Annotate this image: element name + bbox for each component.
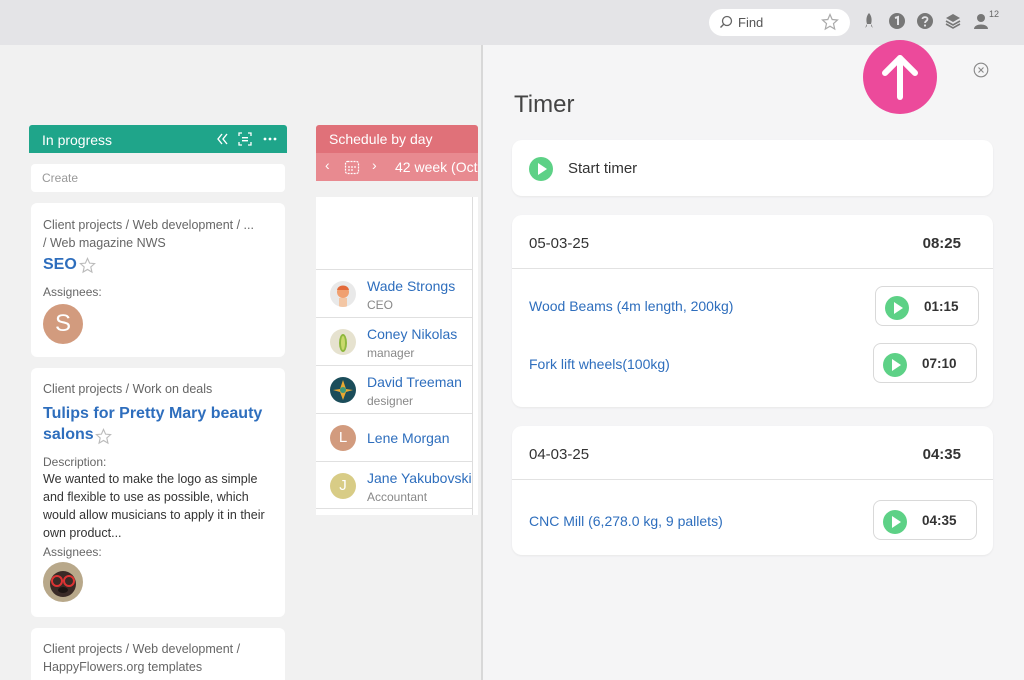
rocket-icon[interactable]	[860, 12, 878, 30]
card-title[interactable]: salons	[43, 424, 94, 445]
play-icon	[883, 353, 907, 377]
notification-count: 12	[989, 9, 1000, 19]
timer-entry-name[interactable]: Fork lift wheels(100kg)	[529, 356, 670, 372]
start-timer-label: Start timer	[568, 160, 638, 177]
person-role: manager	[367, 346, 415, 360]
schedule-person-row[interactable]: Coney Nikolas manager	[316, 317, 472, 365]
card-path: / Web magazine NWS	[43, 236, 166, 250]
person-name[interactable]: David Treeman	[367, 374, 462, 390]
card-path: Client projects / Work on deals	[43, 382, 213, 396]
timer-day-group: 05-03-25 08:25 Wood Beams (4m length, 20…	[512, 215, 993, 407]
timer-entry-time: 07:10	[922, 356, 957, 371]
person-name[interactable]: Wade Strongs	[367, 278, 455, 294]
help-icon[interactable]	[916, 12, 934, 30]
create-task-input[interactable]: Create	[31, 164, 285, 192]
layers-icon[interactable]	[944, 12, 962, 30]
star-icon[interactable]	[79, 257, 96, 274]
card-path: Client projects / Web development /	[43, 642, 241, 656]
arrow-up-icon	[882, 55, 918, 100]
person-name[interactable]: Coney Nikolas	[367, 326, 457, 342]
timer-day-group: 04-03-25 04:35 CNC Mill (6,278.0 kg, 9 p…	[512, 426, 993, 555]
card-path: Client projects / Web development / ...	[43, 218, 254, 232]
timer-entry-time: 01:15	[924, 299, 959, 314]
user-icon[interactable]	[972, 12, 990, 30]
divider	[512, 479, 993, 480]
task-card[interactable]: Client projects / Work on deals Tulips f…	[31, 368, 285, 617]
timer-entry-name[interactable]: CNC Mill (6,278.0 kg, 9 pallets)	[529, 513, 723, 529]
task-card[interactable]: Client projects / Web development / Happ…	[31, 628, 285, 680]
person-name[interactable]: Lene Morgan	[367, 430, 450, 446]
play-icon	[885, 296, 909, 320]
schedule-title: Schedule by day	[329, 131, 433, 147]
scroll-up-button[interactable]	[863, 40, 937, 114]
card-description-line: We wanted to make the logo as simple	[43, 472, 258, 486]
card-path: HappyFlowers.org templates	[43, 660, 203, 674]
person-role: CEO	[367, 298, 394, 312]
timer-entry-button[interactable]: 01:15	[875, 286, 979, 326]
schedule-person-row[interactable]: J Jane Yakubovski Accountant	[316, 461, 472, 509]
person-role: Accountant	[367, 490, 428, 504]
collapse-icon[interactable]	[215, 132, 229, 146]
timer-entry-name[interactable]: Wood Beams (4m length, 200kg)	[529, 298, 733, 314]
timer-entry-time: 04:35	[922, 513, 957, 528]
person-role: designer	[367, 394, 414, 408]
assignees-label: Assignees:	[43, 285, 102, 299]
search-box[interactable]: Find	[709, 9, 850, 36]
avatar[interactable]	[43, 562, 83, 602]
task-card[interactable]: Client projects / Web development / ... …	[31, 203, 285, 357]
schedule-header: Schedule by day ‹ › 42 week (Oct	[316, 125, 478, 181]
star-icon[interactable]	[821, 13, 839, 31]
timer-panel: Timer Start timer 05-03-25 08:25 Wood Be…	[481, 40, 1024, 680]
assignees-label: Assignees:	[43, 545, 102, 559]
week-navigator: ‹ › 42 week (Oct	[316, 153, 478, 181]
column-header-in-progress: In progress	[29, 125, 287, 153]
card-description-line: and flexible to use as possible, which	[43, 490, 249, 504]
avatar[interactable]: S	[43, 304, 83, 344]
play-icon	[883, 510, 907, 534]
avatar: L	[330, 425, 356, 451]
column-title: In progress	[42, 132, 113, 148]
timer-entry-button[interactable]: 07:10	[873, 343, 977, 383]
avatar	[330, 377, 356, 403]
calendar-icon[interactable]	[344, 159, 360, 175]
kanban-board: In progress Create Client projects / Web…	[0, 45, 482, 680]
search-icon	[720, 15, 733, 28]
person-name[interactable]: Jane Yakubovski	[367, 470, 472, 486]
day-date: 04-03-25	[529, 446, 590, 463]
schedule-person-row[interactable]: L Lene Morgan	[316, 413, 472, 461]
search-input[interactable]: Find	[738, 15, 763, 30]
select-icon[interactable]	[238, 132, 252, 146]
schedule-person-row[interactable]: David Treeman designer	[316, 365, 472, 413]
timer-entry-button[interactable]: 04:35	[873, 500, 977, 540]
week-label: 42 week (Oct	[395, 159, 478, 175]
day-total: 04:35	[922, 446, 961, 463]
schedule-body: Wade Strongs CEO Coney Nikolas manager D…	[316, 197, 478, 515]
card-title[interactable]: Tulips for Pretty Mary beauty	[43, 403, 262, 424]
card-title[interactable]: SEO	[43, 254, 77, 275]
day-total: 08:25	[922, 235, 961, 252]
chevron-right-icon[interactable]: ›	[372, 157, 377, 173]
divider	[512, 268, 993, 269]
start-timer-button[interactable]: Start timer	[512, 140, 993, 196]
more-icon[interactable]	[263, 132, 277, 146]
panel-title: Timer	[514, 91, 575, 118]
schedule-person-row[interactable]: Wade Strongs CEO	[316, 269, 472, 317]
card-description-line: would allow musicians to apply it in the…	[43, 508, 265, 522]
close-icon[interactable]	[973, 62, 989, 78]
info-icon[interactable]	[888, 12, 906, 30]
create-placeholder: Create	[42, 171, 79, 185]
day-date: 05-03-25	[529, 235, 590, 252]
avatar	[330, 329, 356, 355]
chevron-left-icon[interactable]: ‹	[325, 157, 330, 173]
description-label: Description:	[43, 455, 107, 469]
avatar: J	[330, 473, 356, 499]
star-icon[interactable]	[95, 428, 112, 445]
top-bar: Find 12	[0, 0, 1024, 45]
card-description-line: own product...	[43, 526, 122, 540]
schedule-divider	[472, 197, 473, 515]
play-icon	[529, 157, 553, 181]
avatar	[330, 281, 356, 307]
